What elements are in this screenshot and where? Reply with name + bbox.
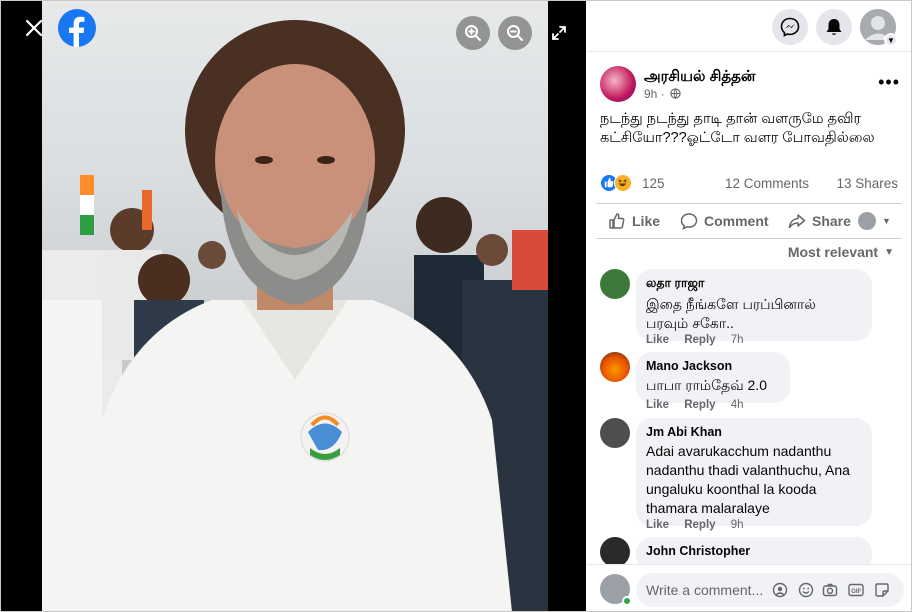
comment-composer: GIF (586, 564, 912, 612)
author-name[interactable]: அரசியல் சித்தன் (644, 68, 755, 87)
comment-time[interactable]: 7h (731, 334, 744, 346)
like-button[interactable]: Like (608, 204, 660, 238)
comment-button[interactable]: Comment (680, 204, 769, 238)
zoom-out-icon (507, 25, 523, 41)
comment-actions: Like Reply 4h (646, 399, 756, 411)
comment-time[interactable]: 4h (731, 399, 744, 411)
comment-bubble: Jm Abi Khan Adai avarukacchum nadanthu n… (636, 418, 872, 526)
avatar (858, 212, 876, 230)
comment-icon (680, 213, 698, 230)
post-time[interactable]: 9h · (644, 87, 665, 101)
camera-icon[interactable] (822, 582, 838, 598)
comment-text: பாபா ராம்தேவ் 2.0 (646, 377, 767, 393)
share-icon (788, 214, 806, 229)
comment-input-box: GIF (636, 573, 904, 607)
chevron-down-icon: ▼ (882, 216, 891, 226)
comment-text: Adai avarukacchum nadanthu nadanthu thad… (646, 443, 850, 516)
commenter-avatar[interactable] (600, 269, 630, 299)
reaction-count[interactable]: 125 (642, 176, 665, 191)
messenger-icon (780, 17, 800, 37)
gif-icon[interactable]: GIF (848, 582, 864, 598)
comment-reply-link[interactable]: Reply (684, 519, 715, 531)
comment-actions: Like Reply 9h (646, 519, 756, 531)
comment-bubble: லதா ராஜா இதை நீங்களே பரப்பினால் பரவும் ச… (636, 269, 872, 341)
photo-illustration (42, 20, 548, 612)
globe-icon (670, 88, 681, 99)
chevron-down-icon: ▼ (884, 246, 894, 258)
comment-reply-link[interactable]: Reply (684, 334, 715, 346)
facebook-logo-icon (69, 16, 85, 47)
more-options-icon[interactable]: ••• (878, 72, 900, 93)
post-actions: Like Comment Share ▼ (596, 203, 902, 239)
fullscreen-button[interactable] (546, 20, 572, 46)
notifications-button[interactable] (816, 9, 852, 45)
share-count[interactable]: 13 Shares (836, 176, 898, 191)
share-label: Share (812, 213, 851, 229)
online-status-dot (622, 596, 632, 606)
messenger-button[interactable] (772, 9, 808, 45)
close-button[interactable] (18, 12, 50, 44)
comment-text: இதை நீங்களே பரப்பினால் பரவும் சகோ.. (646, 296, 816, 331)
fullscreen-icon (552, 26, 566, 40)
close-icon (25, 19, 43, 37)
comment-input[interactable] (646, 573, 766, 607)
zoom-out-button[interactable] (498, 16, 532, 50)
comment-reply-link[interactable]: Reply (684, 399, 715, 411)
comment-count[interactable]: 12 Comments (725, 176, 809, 191)
reactions-summary: 125 12 Comments 13 Shares (600, 173, 898, 195)
facebook-logo[interactable] (58, 9, 96, 47)
comment-actions: Like Reply 7h (646, 334, 756, 346)
emoji-icon[interactable] (798, 582, 814, 598)
account-button[interactable]: ▼ (860, 9, 898, 47)
like-label: Like (632, 213, 661, 229)
thumbs-up-icon (609, 213, 625, 229)
commenter-name[interactable]: John Christopher (646, 544, 860, 558)
photo-viewer (0, 0, 586, 612)
zoom-in-icon (465, 25, 481, 41)
commenter-name[interactable]: Jm Abi Khan (646, 425, 860, 439)
comment-sort-dropdown[interactable]: Most relevant ▼ (788, 244, 894, 260)
sticker-icon[interactable] (874, 582, 890, 598)
post-header: அரசியல் சித்தன் 9h · ••• (600, 66, 900, 106)
comment-time[interactable]: 9h (731, 519, 744, 531)
avatar-sticker-icon[interactable] (772, 582, 788, 598)
comment-like-link[interactable]: Like (646, 334, 669, 346)
post-panel: ▼ அரசியல் சித்தன் 9h · ••• நடந்து நடந்து… (586, 0, 912, 612)
commenter-avatar[interactable] (600, 537, 630, 567)
sort-label: Most relevant (787, 244, 879, 260)
post-photo[interactable] (42, 0, 548, 612)
comment-like-link[interactable]: Like (646, 519, 669, 531)
share-button[interactable]: Share (788, 204, 851, 238)
comment-like-link[interactable]: Like (646, 399, 669, 411)
svg-text:GIF: GIF (851, 589, 861, 595)
bell-icon (826, 19, 842, 35)
comment-bubble: Mano Jackson பாபா ராம்தேவ் 2.0 (636, 352, 790, 403)
author-avatar[interactable] (600, 66, 636, 102)
post-text: நடந்து நடந்து தாடி தான் வளருமே தவிர கட்ச… (600, 111, 875, 146)
reaction-icons[interactable] (600, 173, 640, 193)
commenter-name[interactable]: Mano Jackson (646, 359, 778, 373)
haha-reaction-icon (614, 174, 632, 192)
commenter-avatar[interactable] (600, 418, 630, 448)
commenter-name[interactable]: லதா ராஜா (646, 276, 860, 292)
chevron-down-icon: ▼ (884, 33, 898, 47)
zoom-in-button[interactable] (456, 16, 490, 50)
react-as-selector[interactable]: ▼ (858, 204, 891, 238)
top-bar: ▼ (586, 0, 912, 52)
comment-label: Comment (704, 213, 769, 229)
commenter-avatar[interactable] (600, 352, 630, 382)
